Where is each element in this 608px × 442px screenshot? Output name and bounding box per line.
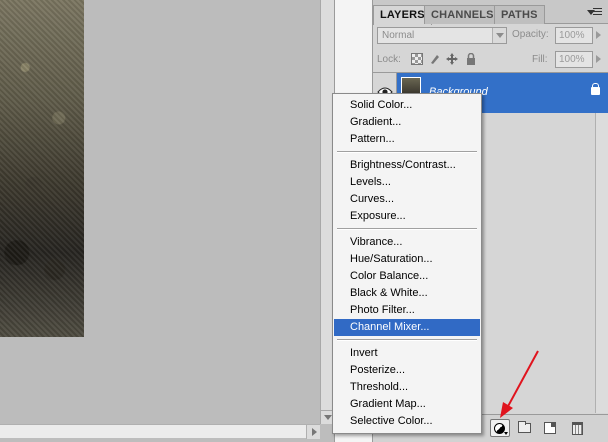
fill-field[interactable]: 100% bbox=[555, 51, 593, 68]
menu-item-posterize[interactable]: Posterize... bbox=[334, 362, 480, 379]
adjustment-menu: Solid Color... Gradient... Pattern... Br… bbox=[332, 93, 482, 434]
menu-item-photo-filter[interactable]: Photo Filter... bbox=[334, 302, 480, 319]
menu-item-solid-color[interactable]: Solid Color... bbox=[334, 97, 480, 114]
blend-row: Normal Opacity: 100% bbox=[377, 27, 607, 45]
menu-item-exposure[interactable]: Exposure... bbox=[334, 208, 480, 225]
chevron-down-icon bbox=[492, 28, 506, 43]
menu-separator bbox=[337, 228, 477, 230]
fill-label: Fill: bbox=[532, 54, 548, 65]
tab-paths[interactable]: PATHS bbox=[494, 5, 545, 24]
lock-icon bbox=[591, 83, 600, 95]
document-canvas[interactable] bbox=[0, 0, 320, 424]
menu-item-invert[interactable]: Invert bbox=[334, 345, 480, 362]
panel-tabs: LAYERS CHANNELS PATHS bbox=[373, 0, 608, 25]
menu-item-brightness-contrast[interactable]: Brightness/Contrast... bbox=[334, 157, 480, 174]
annotation-arrow-icon bbox=[500, 350, 539, 418]
tab-layers[interactable]: LAYERS bbox=[373, 5, 432, 25]
opacity-slider-arrow-icon[interactable] bbox=[596, 31, 601, 39]
menu-item-color-balance[interactable]: Color Balance... bbox=[334, 268, 480, 285]
menu-item-channel-mixer[interactable]: Channel Mixer... bbox=[334, 319, 480, 336]
lock-position-icon[interactable] bbox=[446, 53, 458, 65]
opacity-field[interactable]: 100% bbox=[555, 27, 593, 44]
lock-row: Lock: Fill: 100% bbox=[377, 51, 607, 69]
trash-icon[interactable] bbox=[572, 422, 583, 435]
menu-item-pattern[interactable]: Pattern... bbox=[334, 131, 480, 148]
lock-image-pixels-icon[interactable] bbox=[429, 53, 441, 65]
menu-item-hue-saturation[interactable]: Hue/Saturation... bbox=[334, 251, 480, 268]
menu-separator bbox=[337, 151, 477, 153]
chevron-down-icon bbox=[504, 432, 508, 435]
blend-mode-value: Normal bbox=[382, 30, 415, 41]
panel-menu-icon[interactable] bbox=[587, 8, 603, 18]
folder-icon[interactable] bbox=[518, 421, 531, 433]
menu-item-gradient[interactable]: Gradient... bbox=[334, 114, 480, 131]
menu-separator bbox=[337, 339, 477, 341]
lock-all-icon[interactable] bbox=[465, 52, 477, 65]
menu-item-threshold[interactable]: Threshold... bbox=[334, 379, 480, 396]
blend-mode-select[interactable]: Normal bbox=[377, 27, 507, 44]
tab-channels[interactable]: CHANNELS bbox=[424, 5, 501, 24]
fill-slider-arrow-icon[interactable] bbox=[596, 55, 601, 63]
menu-item-levels[interactable]: Levels... bbox=[334, 174, 480, 191]
rock-photo-image bbox=[0, 0, 84, 337]
scroll-right-arrow[interactable] bbox=[306, 425, 320, 439]
menu-item-curves[interactable]: Curves... bbox=[334, 191, 480, 208]
lock-label: Lock: bbox=[377, 54, 401, 65]
opacity-label: Opacity: bbox=[512, 29, 549, 40]
menu-item-selective-color[interactable]: Selective Color... bbox=[334, 413, 480, 430]
new-adjustment-layer-button[interactable] bbox=[490, 419, 510, 437]
menu-item-black-white[interactable]: Black & White... bbox=[334, 285, 480, 302]
menu-item-vibrance[interactable]: Vibrance... bbox=[334, 234, 480, 251]
lock-transparency-icon[interactable] bbox=[411, 53, 423, 65]
new-layer-icon[interactable] bbox=[544, 422, 556, 434]
panel-scrollbar[interactable] bbox=[595, 113, 608, 413]
menu-item-gradient-map[interactable]: Gradient Map... bbox=[334, 396, 480, 413]
horizontal-scrollbar[interactable] bbox=[0, 424, 320, 439]
